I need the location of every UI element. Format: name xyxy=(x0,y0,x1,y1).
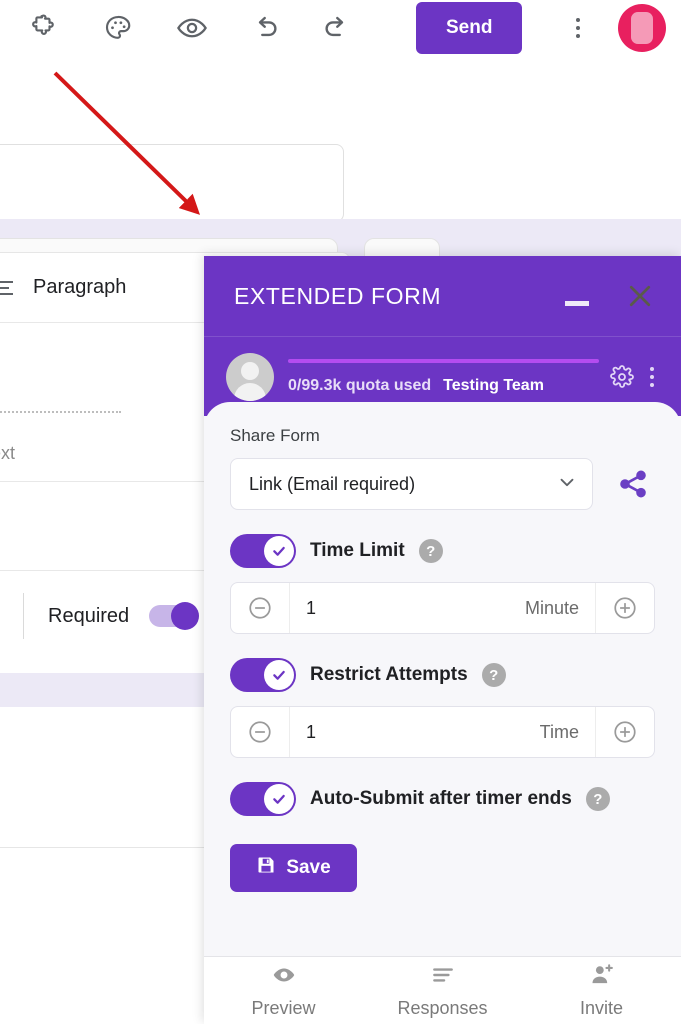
switch-knob xyxy=(264,660,294,690)
forms-top-toolbar: Send xyxy=(0,0,681,56)
increment-icon[interactable] xyxy=(596,583,654,633)
restrict-attempts-value: 1 xyxy=(306,721,317,742)
quota-text-row: 0/99.3k quota used Testing Team xyxy=(288,377,599,395)
gear-icon[interactable] xyxy=(605,360,639,394)
auto-submit-label: Auto-Submit after timer ends xyxy=(310,788,572,809)
nav-responses[interactable]: Responses xyxy=(363,962,522,1019)
restrict-attempts-unit: Time xyxy=(539,721,579,742)
send-button[interactable]: Send xyxy=(416,2,523,54)
list-lines-icon xyxy=(430,962,456,993)
share-form-row: Link (Email required) xyxy=(230,458,655,510)
nav-preview-label: Preview xyxy=(251,998,316,1018)
kebab-dot xyxy=(650,366,654,371)
time-limit-unit: Minute xyxy=(524,597,579,618)
quota-info: 0/99.3k quota used Testing Team xyxy=(288,358,599,395)
row-separator xyxy=(23,593,24,639)
quota-usage-text: 0/99.3k quota used xyxy=(288,376,432,394)
paragraph-lines-icon xyxy=(0,280,15,295)
nav-responses-label: Responses xyxy=(397,998,488,1018)
kebab-dot xyxy=(576,34,581,38)
screenshot-root: Send Paragraph ror text Re xyxy=(0,0,681,1024)
decrement-icon[interactable] xyxy=(231,583,289,633)
restrict-attempts-stepper: 1 Time xyxy=(230,706,655,758)
nav-preview[interactable]: Preview xyxy=(204,962,363,1019)
save-button-label: Save xyxy=(286,857,331,878)
switch-knob xyxy=(264,536,294,566)
auto-submit-switch[interactable] xyxy=(230,782,296,816)
panel-title: EXTENDED FORM xyxy=(234,282,442,309)
share-icon[interactable] xyxy=(611,462,655,506)
error-text-label: ror text xyxy=(0,443,16,463)
floppy-save-icon xyxy=(256,855,276,881)
restrict-attempts-field[interactable]: 1 Time xyxy=(289,707,596,757)
required-label: Required xyxy=(48,604,130,627)
palette-icon[interactable] xyxy=(94,4,142,52)
chevron-down-icon xyxy=(556,471,578,498)
eye-preview-icon[interactable] xyxy=(168,4,216,52)
help-icon[interactable]: ? xyxy=(481,663,506,687)
time-limit-stepper: 1 Minute xyxy=(230,582,655,634)
time-limit-label: Time Limit xyxy=(310,540,405,561)
undo-icon[interactable] xyxy=(242,4,290,52)
time-limit-toggle-row: Time Limit ? xyxy=(230,534,655,568)
share-form-label: Share Form xyxy=(230,426,320,445)
panel-header: EXTENDED FORM xyxy=(204,256,681,336)
kebab-dot xyxy=(576,18,581,22)
panel-more-kebab-icon[interactable] xyxy=(639,360,665,394)
more-options-kebab-icon[interactable] xyxy=(556,6,600,50)
team-name: Testing Team xyxy=(443,376,544,394)
nav-invite[interactable]: Invite xyxy=(522,962,681,1019)
required-toggle[interactable] xyxy=(149,602,200,630)
account-avatar[interactable] xyxy=(618,4,667,52)
restrict-attempts-switch[interactable] xyxy=(230,658,296,692)
close-icon[interactable] xyxy=(617,273,663,319)
help-icon[interactable]: ? xyxy=(418,539,443,563)
kebab-dot xyxy=(650,382,654,387)
restrict-attempts-label: Restrict Attempts xyxy=(310,664,468,685)
panel-bottom-nav: Preview Responses Invite xyxy=(204,956,681,1024)
share-method-value: Link (Email required) xyxy=(249,473,416,494)
minimize-icon[interactable] xyxy=(555,274,599,318)
help-icon[interactable]: ? xyxy=(585,787,610,811)
increment-icon[interactable] xyxy=(596,707,654,757)
decrement-icon[interactable] xyxy=(231,707,289,757)
addons-puzzle-icon[interactable] xyxy=(20,4,68,52)
time-limit-value: 1 xyxy=(306,597,317,618)
user-avatar[interactable] xyxy=(226,352,274,401)
time-limit-switch[interactable] xyxy=(230,534,296,568)
kebab-dot xyxy=(650,374,654,379)
save-button[interactable]: Save xyxy=(230,844,357,892)
extended-form-panel: EXTENDED FORM 0/99.3k quota used Testing… xyxy=(204,256,681,1024)
panel-body: Share Form Link (Email required) Time Li… xyxy=(204,402,681,962)
time-limit-field[interactable]: 1 Minute xyxy=(289,583,596,633)
nav-invite-label: Invite xyxy=(579,998,624,1018)
person-add-icon xyxy=(589,962,615,993)
redo-icon[interactable] xyxy=(312,4,360,52)
restrict-attempts-toggle-row: Restrict Attempts ? xyxy=(230,658,655,692)
switch-knob xyxy=(264,784,294,814)
background-card-top xyxy=(0,144,344,222)
auto-submit-toggle-row: Auto-Submit after timer ends ? xyxy=(230,782,655,816)
quota-progress-bar xyxy=(288,358,599,363)
share-method-select[interactable]: Link (Email required) xyxy=(230,458,593,510)
kebab-dot xyxy=(576,26,581,30)
answer-placeholder-line xyxy=(0,411,121,413)
eye-icon xyxy=(271,962,297,993)
question-type-label: Paragraph xyxy=(33,276,127,298)
